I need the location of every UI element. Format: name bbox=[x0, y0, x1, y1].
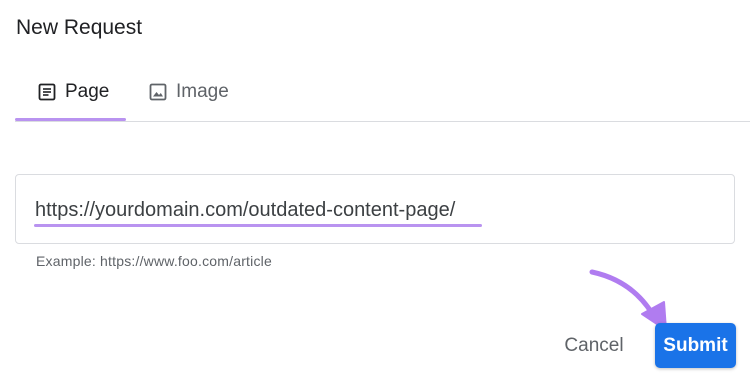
cancel-button[interactable]: Cancel bbox=[549, 324, 639, 368]
tab-page-label: Page bbox=[65, 81, 110, 102]
tab-page[interactable]: Page bbox=[15, 64, 126, 121]
submit-button[interactable]: Submit bbox=[655, 323, 736, 368]
url-highlight-underline bbox=[34, 224, 482, 227]
tab-image-label: Image bbox=[176, 81, 229, 102]
tabs-divider bbox=[15, 121, 750, 122]
article-icon bbox=[37, 82, 57, 102]
image-icon bbox=[148, 82, 168, 102]
url-input[interactable] bbox=[35, 197, 715, 223]
url-field[interactable] bbox=[15, 174, 735, 244]
tab-image[interactable]: Image bbox=[126, 64, 236, 120]
dialog-title: New Request bbox=[16, 16, 143, 39]
tab-bar: Page Image bbox=[15, 64, 236, 121]
new-request-dialog: New Request Page Image https://yourdomai… bbox=[0, 0, 750, 383]
url-helper-text: Example: https://www.foo.com/article bbox=[36, 253, 272, 269]
